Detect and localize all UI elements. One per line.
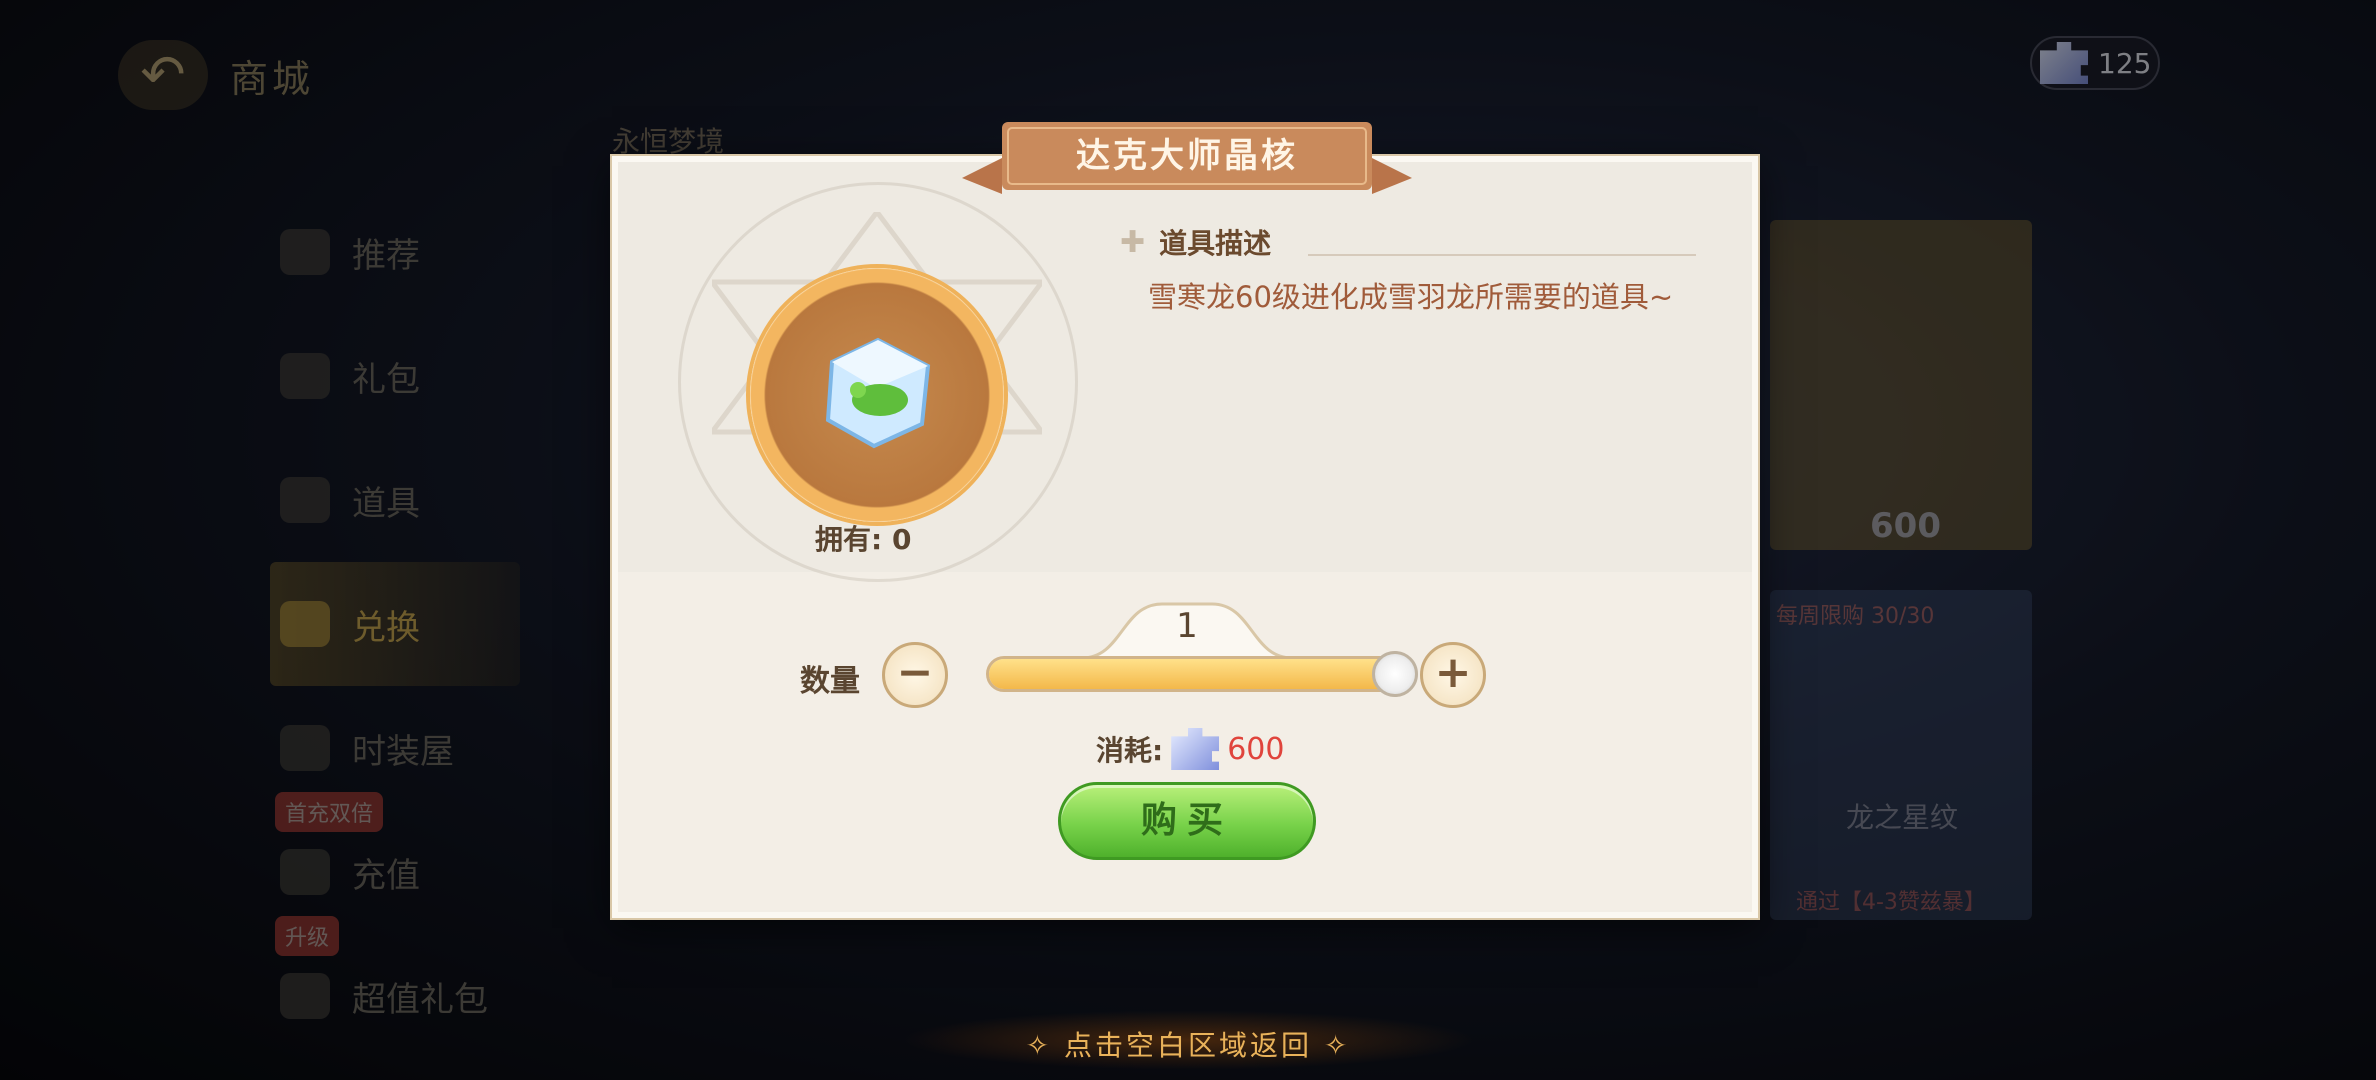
description-heading: ✚ 道具描述 bbox=[1120, 222, 1271, 262]
quantity-slider[interactable] bbox=[986, 651, 1418, 697]
crystal-core-icon bbox=[825, 337, 931, 449]
cost-row: 消耗: 600 bbox=[1096, 728, 1284, 770]
plus-ornament-icon: ✚ bbox=[1120, 224, 1146, 260]
owned-count: 拥有: 0 bbox=[815, 523, 912, 556]
dialog-title: 达克大师晶核 bbox=[1076, 136, 1298, 176]
decrease-quantity-button[interactable]: − bbox=[882, 642, 948, 708]
cost-label: 消耗: bbox=[1096, 734, 1164, 767]
quantity-label: 数量 bbox=[800, 664, 860, 699]
close-hint[interactable]: ✧ 点击空白区域返回 ✧ bbox=[0, 1024, 2376, 1064]
quantity-value: 1 bbox=[1176, 606, 1198, 646]
increase-quantity-button[interactable]: + bbox=[1420, 642, 1486, 708]
slider-handle[interactable] bbox=[1372, 651, 1418, 697]
heading-divider bbox=[1308, 254, 1696, 256]
description-heading-label: 道具描述 bbox=[1159, 227, 1272, 260]
puzzle-icon bbox=[1171, 728, 1220, 770]
cost-value: 600 bbox=[1227, 731, 1285, 767]
buy-button[interactable]: 购买 bbox=[1058, 782, 1316, 860]
slider-fill bbox=[989, 659, 1401, 689]
item-description: 雪寒龙60级进化成雪羽龙所需要的道具~ bbox=[1148, 280, 1674, 314]
